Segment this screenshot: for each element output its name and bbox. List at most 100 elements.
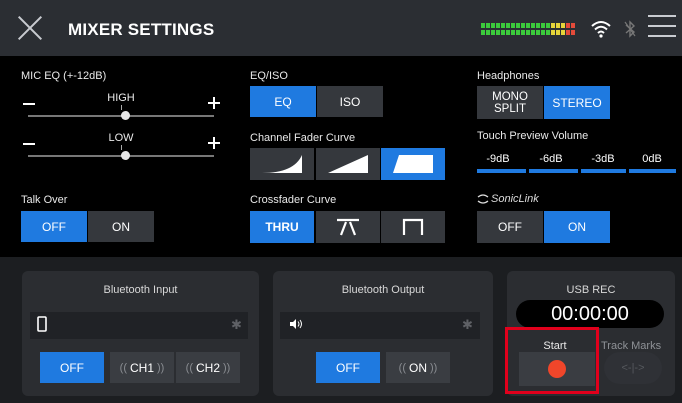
meter-segment (531, 30, 535, 35)
bluetooth-input-off-button[interactable]: OFF (40, 352, 104, 383)
close-button[interactable] (14, 12, 46, 44)
soniclink-off-button[interactable]: OFF (477, 211, 543, 243)
high-plus-button[interactable] (208, 97, 220, 109)
bluetooth-input-device-selector[interactable] (30, 312, 248, 339)
ch2-label: CH2 (195, 360, 220, 375)
mic-eq-high-label: HIGH (107, 92, 135, 104)
meter-segment (571, 23, 575, 28)
crossfader-sharp-curve-button[interactable] (381, 211, 445, 243)
crossfader-thru-button[interactable]: THRU (250, 211, 314, 243)
meter-segment (541, 30, 545, 35)
volume-level-minus3[interactable]: -3dB (583, 153, 623, 165)
speaker-icon (290, 319, 302, 329)
touch-preview-volume-label: Touch Preview Volume (477, 130, 589, 142)
usb-rec-title: USB REC (566, 284, 616, 296)
mono-split-line2: SPLIT (494, 102, 526, 115)
meter-segment (501, 30, 505, 35)
low-eq-knob[interactable] (120, 151, 130, 160)
talk-over-on-button[interactable]: ON (88, 211, 154, 242)
mono-split-button[interactable]: MONO SPLIT (477, 86, 543, 119)
crossfader-cut-curve-button[interactable] (316, 211, 380, 243)
curve-linear-icon (328, 155, 368, 173)
page-title: MIXER SETTINGS (68, 20, 215, 39)
channel-fader-curve-2-button[interactable] (316, 148, 380, 180)
mono-split-line1: MONO (492, 90, 528, 103)
headphones-label: Headphones (477, 70, 540, 82)
meter-segment (556, 30, 560, 35)
bt-out-on-label: ON (409, 360, 427, 375)
wifi-icon (591, 21, 611, 38)
meter-segment (561, 23, 565, 28)
meter-segment (526, 23, 530, 28)
curve-fast-icon (393, 155, 433, 173)
soniclink-icon (477, 194, 489, 204)
meter-segment (566, 23, 570, 28)
high-minus-button[interactable] (23, 103, 35, 105)
meter-segment (521, 23, 525, 28)
meter-segment (486, 23, 490, 28)
bluetooth-input-ch2-button[interactable]: ((CH2)) (176, 352, 240, 383)
bluetooth-output-title: Bluetooth Output (341, 284, 425, 296)
soniclink-label: SonicLink (491, 193, 539, 205)
wave-right-icon: )) (157, 361, 165, 374)
meter-segment (491, 30, 495, 35)
menu-icon[interactable] (648, 15, 676, 39)
low-minus-button[interactable] (23, 143, 35, 145)
meter-segment (491, 23, 495, 28)
volume-level-minus6[interactable]: -6dB (531, 153, 571, 165)
level-meter-icon (481, 23, 581, 35)
meter-segment (516, 23, 520, 28)
mic-eq-label: MIC EQ (+-12dB) (21, 70, 107, 82)
meter-segment (536, 30, 540, 35)
soniclink-on-button[interactable]: ON (544, 211, 610, 243)
smartphone-icon (37, 316, 47, 332)
meter-segment (566, 30, 570, 35)
header-bar: MIXER SETTINGS (0, 0, 682, 56)
highlight-box (505, 327, 599, 394)
bluetooth-input-gear-icon[interactable]: ✱ (231, 318, 243, 331)
meter-segment (511, 30, 515, 35)
meter-segment (556, 23, 560, 28)
meter-segment (521, 30, 525, 35)
crossfader-curve-label: Crossfader Curve (250, 194, 337, 206)
stereo-button[interactable]: STEREO (544, 86, 610, 119)
volume-bar-0 (629, 169, 676, 173)
bluetooth-output-device-selector[interactable] (280, 312, 480, 339)
channel-fader-curve-1-button[interactable] (250, 148, 314, 180)
volume-level-0[interactable]: 0dB (632, 153, 672, 165)
meter-segment (511, 23, 515, 28)
talk-over-off-button[interactable]: OFF (21, 211, 87, 242)
bluetooth-output-gear-icon[interactable]: ✱ (462, 318, 474, 331)
meter-segment (486, 30, 490, 35)
high-eq-knob[interactable] (120, 111, 130, 120)
meter-segment (531, 23, 535, 28)
volume-level-minus9[interactable]: -9dB (478, 153, 518, 165)
high-center-tick (121, 105, 122, 110)
meter-segment (551, 30, 555, 35)
bluetooth-off-icon (624, 20, 636, 38)
talk-over-label: Talk Over (21, 194, 68, 206)
track-marks-button[interactable]: <-|-> (604, 352, 662, 384)
ch1-label: CH1 (129, 360, 154, 375)
crossfader-sharp-curve-icon (402, 218, 424, 235)
crossfader-smooth-curve-icon (337, 218, 359, 236)
mic-eq-low-label: LOW (108, 132, 134, 144)
bluetooth-input-title: Bluetooth Input (103, 284, 178, 296)
meter-segment (481, 30, 485, 35)
low-plus-button[interactable] (208, 137, 220, 149)
bluetooth-output-off-button[interactable]: OFF (316, 352, 380, 383)
eq-button[interactable]: EQ (250, 86, 316, 117)
bluetooth-input-ch1-button[interactable]: ((CH1)) (110, 352, 174, 383)
wave-right-icon: )) (223, 361, 231, 374)
wave-left-icon: (( (185, 361, 193, 374)
meter-segment (541, 23, 545, 28)
wave-right-icon: )) (430, 361, 438, 374)
meter-segment (481, 23, 485, 28)
meter-segment (536, 23, 540, 28)
meter-segment (516, 30, 520, 35)
bluetooth-output-on-button[interactable]: ((ON)) (386, 352, 450, 383)
channel-fader-curve-3-button[interactable] (381, 148, 445, 180)
channel-fader-curve-label: Channel Fader Curve (250, 132, 356, 144)
rec-timer: 00:00:00 (516, 300, 664, 328)
iso-button[interactable]: ISO (317, 86, 383, 117)
